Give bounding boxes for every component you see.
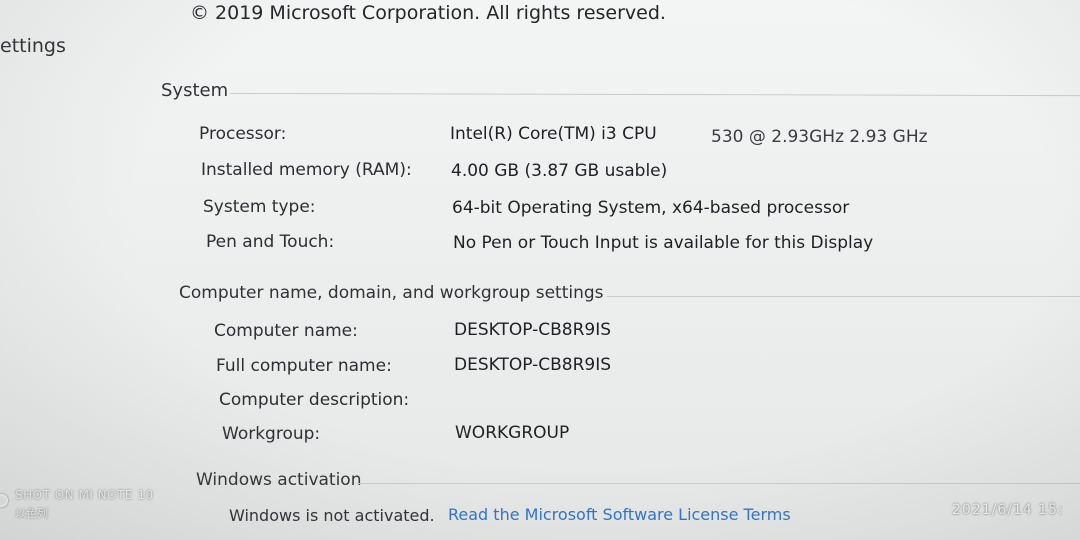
license-terms-link[interactable]: Read the Microsoft Software License Term…	[448, 505, 791, 524]
computer-description-label: Computer description:	[219, 390, 410, 410]
processor-speed-value: 530 @ 2.93GHz 2.93 GHz	[711, 127, 928, 147]
camera-device-watermark: SHOT ON MI NOTE 10	[15, 488, 154, 502]
workgroup-value: WORKGROUP	[455, 423, 570, 443]
camera-location-watermark: 以色列	[15, 507, 48, 520]
workgroup-label: Workgroup:	[222, 424, 321, 444]
change-settings-link[interactable]: ettings	[0, 35, 66, 57]
photo-timestamp: 2021/6/14 15:	[952, 502, 1064, 518]
windows-activation-section-title: Windows activation	[196, 470, 362, 490]
installed-memory-label: Installed memory (RAM):	[201, 160, 412, 180]
system-section-title: System	[161, 80, 229, 101]
copyright-text: © 2019 Microsoft Corporation. All rights…	[190, 2, 666, 24]
system-section-divider	[230, 92, 1080, 97]
installed-memory-value: 4.00 GB (3.87 GB usable)	[451, 161, 668, 181]
windows-activation-section-divider	[357, 483, 1080, 484]
pen-touch-value: No Pen or Touch Input is available for t…	[453, 233, 874, 253]
processor-label: Processor:	[199, 124, 287, 144]
system-type-value: 64-bit Operating System, x64-based proce…	[452, 198, 850, 218]
full-computer-name-value: DESKTOP-CB8R9IS	[454, 355, 612, 375]
computer-name-value: DESKTOP-CB8R9IS	[454, 320, 612, 340]
full-computer-name-label: Full computer name:	[216, 356, 392, 376]
pen-touch-label: Pen and Touch:	[206, 232, 335, 252]
computer-name-section-title: Computer name, domain, and workgroup set…	[179, 283, 604, 303]
computer-name-label: Computer name:	[214, 321, 358, 341]
camera-lens-icon	[0, 494, 8, 507]
computer-name-section-divider	[607, 296, 1080, 297]
activation-status-text: Windows is not activated.	[229, 506, 435, 525]
processor-value: Intel(R) Core(TM) i3 CPU	[450, 124, 657, 144]
system-type-label: System type:	[203, 197, 316, 217]
